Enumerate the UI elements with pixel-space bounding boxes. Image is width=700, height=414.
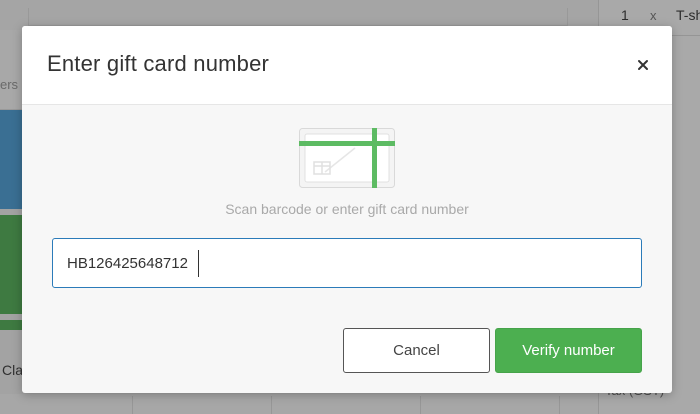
dialog-title: Enter gift card number — [47, 51, 270, 76]
product-tile-green-strip — [0, 320, 22, 330]
dialog-hint: Scan barcode or enter gift card number — [225, 201, 469, 217]
product-tile-green — [0, 215, 22, 314]
cancel-button[interactable]: Cancel — [343, 328, 490, 373]
close-icon — [634, 56, 652, 74]
cart-item-quantity: 1 — [621, 7, 629, 23]
background-topbar-tabs — [28, 8, 568, 26]
gift-card-dialog: Enter gift card number Scan barcode or e… — [22, 26, 672, 393]
verify-number-button[interactable]: Verify number — [495, 328, 642, 373]
gift-card-number-input[interactable] — [53, 239, 641, 287]
cart-item-times: x — [650, 8, 657, 23]
gift-card-number-field[interactable] — [52, 238, 642, 288]
cart-item-name: T-sh — [676, 7, 700, 23]
background-bottom-cell — [132, 396, 272, 414]
close-button[interactable] — [634, 56, 652, 74]
background-bottom-cell — [420, 396, 560, 414]
dialog-header: Enter gift card number — [22, 26, 672, 105]
gift-card-barcode-icon — [299, 128, 395, 188]
product-tile-label: Cla — [2, 362, 24, 378]
product-tile-blue — [0, 110, 22, 209]
text-cursor — [198, 250, 199, 277]
background-filter-label: ers — [0, 77, 19, 92]
